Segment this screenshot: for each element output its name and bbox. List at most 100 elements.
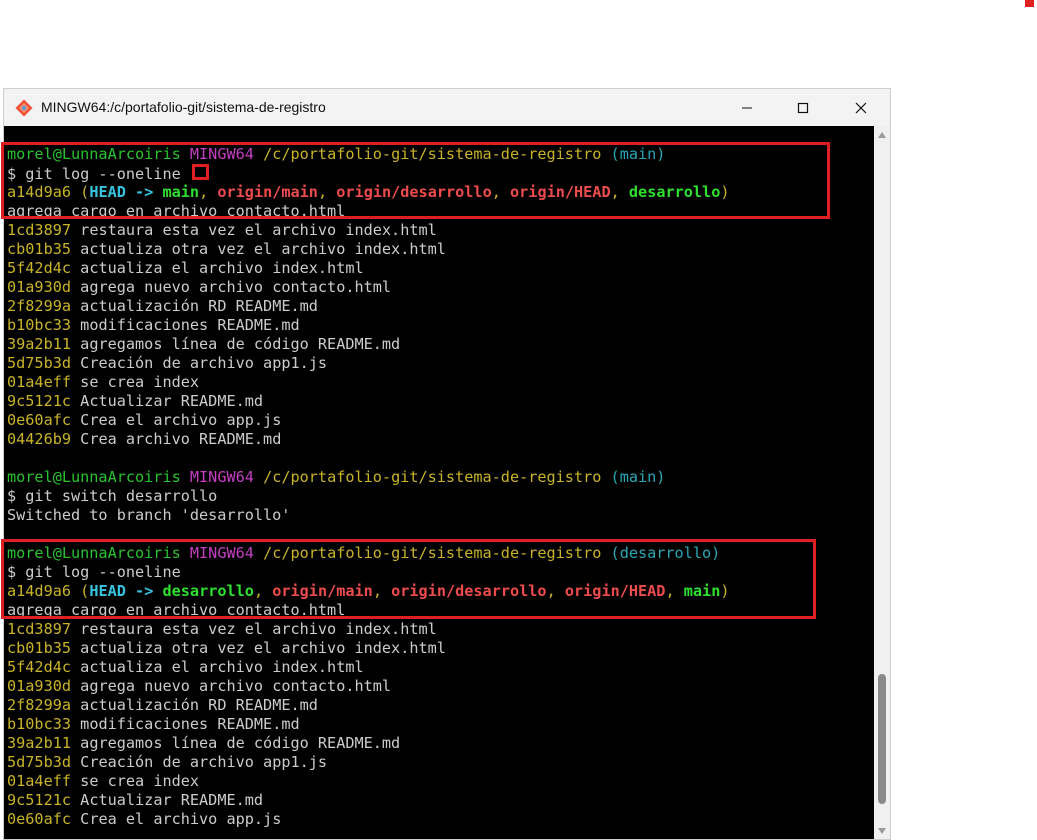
command-text: $ git log --oneline — [7, 165, 181, 183]
prompt-path: /c/portafolio-git/sistema-de-registro — [263, 145, 602, 163]
scroll-up-arrow-icon[interactable] — [874, 126, 890, 143]
git-bash-icon — [14, 98, 34, 118]
head-commit-line: a14d9a6 (HEAD -> desarrollo, origin/main… — [7, 582, 730, 601]
commit-line: cb01b35 actualiza otra vez el archivo in… — [7, 639, 730, 658]
close-icon — [855, 102, 867, 114]
remote-branch-ref: origin/HEAD — [564, 582, 666, 600]
commit-hash: 01a930d — [7, 677, 72, 695]
commit-line: 1cd3897 restaura esta vez el archivo ind… — [7, 221, 730, 240]
commit-message: agregamos línea de código README.md — [80, 734, 401, 752]
paren-open: ( — [80, 582, 90, 600]
close-button[interactable] — [838, 89, 884, 126]
commit-line: b10bc33 modificaciones README.md — [7, 316, 730, 335]
commit-hash: cb01b35 — [7, 240, 72, 258]
commit-hash: 2f8299a — [7, 696, 72, 714]
paren-close: ) — [720, 183, 730, 201]
commit-message: actualiza otra vez el archivo index.html — [80, 240, 446, 258]
minimize-button[interactable] — [724, 89, 770, 126]
remote-branch-ref: origin/desarrollo — [336, 183, 492, 201]
commit-hash: 1cd3897 — [7, 221, 72, 239]
commit-line: 5f42d4c actualiza el archivo index.html — [7, 658, 730, 677]
commit-hash: b10bc33 — [7, 316, 72, 334]
commit-message: agrega nuevo archivo contacto.html — [80, 677, 392, 695]
commit-hash: 9c5121c — [7, 392, 72, 410]
ref-separator: , — [546, 582, 565, 600]
commit-hash: 39a2b11 — [7, 734, 72, 752]
prompt-mingw: MINGW64 — [189, 145, 254, 163]
window-title: MINGW64:/c/portafolio-git/sistema-de-reg… — [41, 99, 326, 115]
prompt-path: /c/portafolio-git/sistema-de-registro — [263, 468, 602, 486]
command-line: $ git switch desarrollo — [7, 487, 730, 506]
ref-separator: , — [317, 183, 337, 201]
commit-line: 2f8299a actualización RD README.md — [7, 696, 730, 715]
commit-hash: 1cd3897 — [7, 620, 72, 638]
local-branch-ref: main — [683, 582, 721, 600]
commit-hash: 0e60afc — [7, 411, 72, 429]
commit-hash: 9c5121c — [7, 791, 72, 809]
command-line: $ git log --oneline — [7, 164, 730, 183]
commit-message: Crea el archivo app.js — [80, 411, 282, 429]
vertical-scrollbar[interactable] — [874, 126, 890, 839]
commit-hash: a14d9a6 — [7, 183, 72, 201]
paren-open: ( — [80, 183, 90, 201]
remote-branch-ref: origin/HEAD — [510, 183, 611, 201]
command-text: $ git log --oneline — [7, 563, 181, 581]
commit-message: agrega cargo en archivo contacto.html — [7, 601, 346, 619]
commit-line: 9c5121c Actualizar README.md — [7, 392, 730, 411]
scrollbar-thumb[interactable] — [878, 674, 886, 804]
scroll-down-arrow-icon[interactable] — [874, 822, 890, 839]
commit-message: Actualizar README.md — [80, 791, 264, 809]
title-bar[interactable]: MINGW64:/c/portafolio-git/sistema-de-reg… — [4, 89, 890, 126]
commit-hash: 5f42d4c — [7, 259, 72, 277]
command-line: $ git log --oneline — [7, 563, 730, 582]
maximize-button[interactable] — [780, 89, 826, 126]
commit-message: actualización RD README.md — [80, 696, 318, 714]
commit-message: Creación de archivo app1.js — [80, 354, 328, 372]
commit-line: b10bc33 modificaciones README.md — [7, 715, 730, 734]
commit-hash: 01a4eff — [7, 373, 72, 391]
prompt-line: morel@LunnaArcoiris MINGW64 /c/portafoli… — [7, 145, 730, 164]
terminal-window: MINGW64:/c/portafolio-git/sistema-de-reg… — [3, 88, 891, 840]
commit-hash: 2f8299a — [7, 297, 72, 315]
commit-hash: 39a2b11 — [7, 335, 72, 353]
prompt-mingw: MINGW64 — [189, 468, 254, 486]
commit-line: 39a2b11 agregamos línea de código README… — [7, 734, 730, 753]
commit-hash: 0e60afc — [7, 810, 72, 828]
maximize-icon — [797, 102, 809, 114]
commit-hash: 01a4eff — [7, 772, 72, 790]
commit-hash: cb01b35 — [7, 639, 72, 657]
commit-line: 01a4eff se crea index — [7, 772, 730, 791]
output-line: Switched to branch 'desarrollo' — [7, 506, 730, 525]
remote-branch-ref: origin/desarrollo — [391, 582, 547, 600]
local-branch-ref: desarrollo — [628, 183, 721, 201]
ref-separator: , — [610, 183, 629, 201]
commit-message: Crea archivo README.md — [80, 430, 282, 448]
command-text: $ git switch desarrollo — [7, 487, 218, 505]
prompt-user: morel@LunnaArcoiris — [7, 544, 181, 562]
commit-hash: 5f42d4c — [7, 658, 72, 676]
local-branch-ref: main — [162, 183, 200, 201]
prompt-branch: (main) — [610, 145, 666, 163]
head-commit-line: a14d9a6 (HEAD -> main, origin/main, orig… — [7, 183, 730, 202]
commit-message: modificaciones README.md — [80, 715, 300, 733]
head-pointer: HEAD -> — [89, 183, 154, 201]
red-corner-mark — [1025, 0, 1034, 7]
commit-hash: 01a930d — [7, 278, 72, 296]
commit-line: cb01b35 actualiza otra vez el archivo in… — [7, 240, 730, 259]
cursor-highlight — [191, 164, 209, 180]
commit-message: actualiza el archivo index.html — [80, 658, 364, 676]
commit-hash: a14d9a6 — [7, 582, 72, 600]
remote-branch-ref: origin/main — [272, 582, 373, 600]
head-commit-message: agrega cargo en archivo contacto.html — [7, 202, 730, 221]
terminal-output[interactable]: morel@LunnaArcoiris MINGW64 /c/portafoli… — [4, 126, 874, 839]
prompt-branch: (desarrollo) — [610, 544, 721, 562]
commit-message: agrega nuevo archivo contacto.html — [80, 278, 392, 296]
terminal-lines: morel@LunnaArcoiris MINGW64 /c/portafoli… — [7, 145, 730, 829]
minimize-icon — [741, 102, 753, 114]
commit-hash: 04426b9 — [7, 430, 72, 448]
commit-line: 01a4eff se crea index — [7, 373, 730, 392]
commit-message: actualiza otra vez el archivo index.html — [80, 639, 446, 657]
prompt-user: morel@LunnaArcoiris — [7, 145, 181, 163]
prompt-line: morel@LunnaArcoiris MINGW64 /c/portafoli… — [7, 468, 730, 487]
local-branch-ref: desarrollo — [162, 582, 254, 600]
